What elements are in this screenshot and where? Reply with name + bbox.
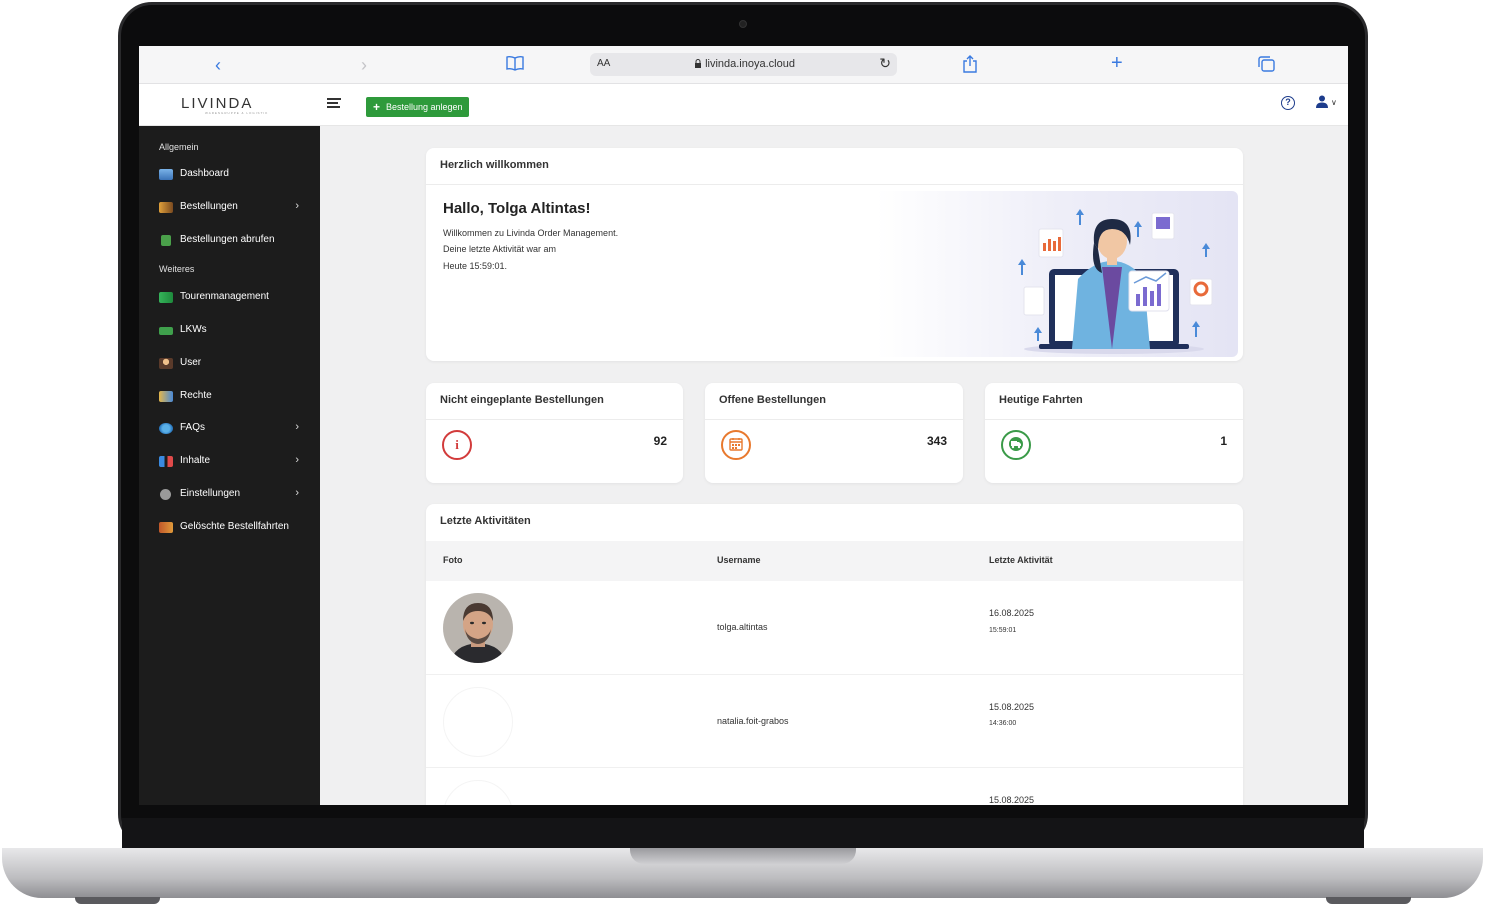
chevron-right-icon: › xyxy=(295,421,299,433)
column-header-last-activity[interactable]: Letzte Aktivität xyxy=(989,555,1053,565)
user-menu-icon[interactable] xyxy=(1315,95,1329,111)
laptop-foot-left xyxy=(75,897,160,904)
welcome-title: Herzlich willkommen xyxy=(440,159,549,171)
stat-card-todays-trips[interactable]: Heutige Fahrten 1 xyxy=(985,383,1243,483)
truck-icon xyxy=(1001,430,1031,460)
stat-title: Heutige Fahrten xyxy=(999,394,1083,406)
stat-value: 1 xyxy=(1220,434,1227,448)
camera xyxy=(739,20,747,28)
logo[interactable]: LIVINDA xyxy=(181,95,253,112)
stat-value: 92 xyxy=(653,434,667,448)
last-activity-text: Deine letzte Aktivität war am xyxy=(443,244,557,254)
dashboard-illustration xyxy=(1018,209,1213,354)
sidebar-section-more: Weiteres xyxy=(159,264,195,274)
avatar-placeholder xyxy=(443,687,513,757)
avatar xyxy=(443,593,513,663)
stat-card-unplanned-orders[interactable]: Nicht eingeplante Bestellungen i 92 xyxy=(426,383,683,483)
tabs-icon[interactable] xyxy=(1258,56,1275,76)
sidebar-item-user[interactable]: User xyxy=(159,356,309,374)
menu-toggle-icon[interactable] xyxy=(327,98,341,110)
card-divider xyxy=(426,419,683,420)
row-date: 15.08.2025 xyxy=(989,702,1035,712)
card-divider xyxy=(426,184,1243,185)
laptop-notch xyxy=(630,848,856,864)
row-username: tolga.altintas xyxy=(717,622,768,632)
trash-icon xyxy=(159,522,173,533)
column-header-username[interactable]: Username xyxy=(717,555,761,565)
browser-toolbar: ‹ › AA livinda.inoya.cloud ↻ + xyxy=(139,46,1348,84)
logo-tagline: WARENGRUPPE & LOGISTIK xyxy=(205,111,269,115)
download-bag-icon xyxy=(161,235,171,246)
content-icon xyxy=(159,456,173,467)
row-time: 14:36:00 xyxy=(989,720,1017,727)
row-date: 15.08.2025 xyxy=(989,795,1035,805)
chevron-right-icon: › xyxy=(295,200,299,212)
sidebar-item-tour-management[interactable]: Tourenmanagement xyxy=(159,290,309,308)
sidebar-item-permissions[interactable]: Rechte xyxy=(159,389,309,407)
welcome-card: Herzlich willkommen Hallo, Tolga Altinta… xyxy=(426,148,1243,361)
lock-icon xyxy=(695,59,701,68)
faq-icon xyxy=(159,423,173,434)
table-header: Foto Username Letzte Aktivität xyxy=(426,541,1243,581)
share-icon[interactable] xyxy=(962,55,978,77)
sidebar-section-general: Allgemein xyxy=(159,142,199,152)
text-size-button[interactable]: AA xyxy=(597,58,610,69)
last-activity-time: Heute 15:59:01. xyxy=(443,261,508,271)
stat-title: Offene Bestellungen xyxy=(719,394,826,406)
sidebar-item-settings[interactable]: Einstellungen › xyxy=(159,487,309,505)
sidebar-item-faqs[interactable]: FAQs › xyxy=(159,421,309,439)
permissions-icon xyxy=(159,391,173,402)
row-date: 16.08.2025 xyxy=(989,608,1035,618)
greeting-heading: Hallo, Tolga Altintas! xyxy=(443,200,591,217)
laptop-foot-right xyxy=(1326,897,1411,904)
help-icon[interactable]: ? xyxy=(1281,96,1295,110)
truck-icon xyxy=(159,327,173,335)
chevron-right-icon: › xyxy=(295,454,299,466)
orders-icon xyxy=(159,202,173,213)
laptop-chin xyxy=(122,818,1364,848)
sidebar-item-trucks[interactable]: LKWs xyxy=(159,323,309,341)
screen: ‹ › AA livinda.inoya.cloud ↻ + LIVINDA W… xyxy=(139,46,1348,805)
welcome-text: Willkommen zu Livinda Order Management. xyxy=(443,228,619,238)
url-field[interactable]: AA livinda.inoya.cloud ↻ xyxy=(590,53,897,76)
column-header-photo[interactable]: Foto xyxy=(443,555,463,565)
route-icon xyxy=(159,292,173,303)
forward-icon[interactable]: › xyxy=(361,55,367,75)
card-divider xyxy=(705,419,963,420)
calendar-icon xyxy=(721,430,751,460)
stat-card-open-orders[interactable]: Offene Bestellungen 343 xyxy=(705,383,963,483)
sidebar-item-orders[interactable]: Bestellungen › xyxy=(159,200,309,218)
plus-icon: + xyxy=(373,100,381,114)
gear-icon xyxy=(160,489,171,500)
user-icon xyxy=(159,358,173,369)
sidebar-item-content[interactable]: Inhalte › xyxy=(159,454,309,472)
stat-title: Nicht eingeplante Bestellungen xyxy=(440,394,604,406)
bookmarks-icon[interactable] xyxy=(506,55,524,75)
card-divider xyxy=(985,419,1243,420)
stat-value: 343 xyxy=(926,434,947,448)
activities-title: Letzte Aktivitäten xyxy=(440,515,531,527)
back-icon[interactable]: ‹ xyxy=(215,55,221,75)
info-icon: i xyxy=(442,430,472,460)
sidebar-item-dashboard[interactable]: Dashboard xyxy=(159,167,309,185)
avatar-placeholder xyxy=(443,780,513,805)
url-text: livinda.inoya.cloud xyxy=(694,58,795,70)
sidebar-item-fetch-orders[interactable]: Bestellungen abrufen xyxy=(159,233,309,251)
app-header: LIVINDA WARENGRUPPE & LOGISTIK + Bestell… xyxy=(139,84,1348,126)
chevron-right-icon: › xyxy=(295,487,299,499)
row-time: 15:59:01 xyxy=(989,627,1017,634)
sidebar-item-deleted-trips[interactable]: Gelöschte Bestellfahrten xyxy=(159,520,309,538)
row-username: natalia.foit-grabos xyxy=(717,716,789,726)
new-tab-icon[interactable]: + xyxy=(1111,53,1123,73)
new-order-button[interactable]: + Bestellung anlegen xyxy=(366,97,469,117)
reload-icon[interactable]: ↻ xyxy=(879,55,891,72)
sidebar: Allgemein Dashboard Bestellungen › Beste… xyxy=(139,126,320,805)
recent-activities-card: Letzte Aktivitäten Foto Username Letzte … xyxy=(426,504,1243,805)
row-divider xyxy=(426,674,1243,675)
monitor-icon xyxy=(159,169,173,180)
row-divider xyxy=(426,767,1243,768)
chevron-down-icon[interactable]: ∨ xyxy=(1331,98,1337,107)
